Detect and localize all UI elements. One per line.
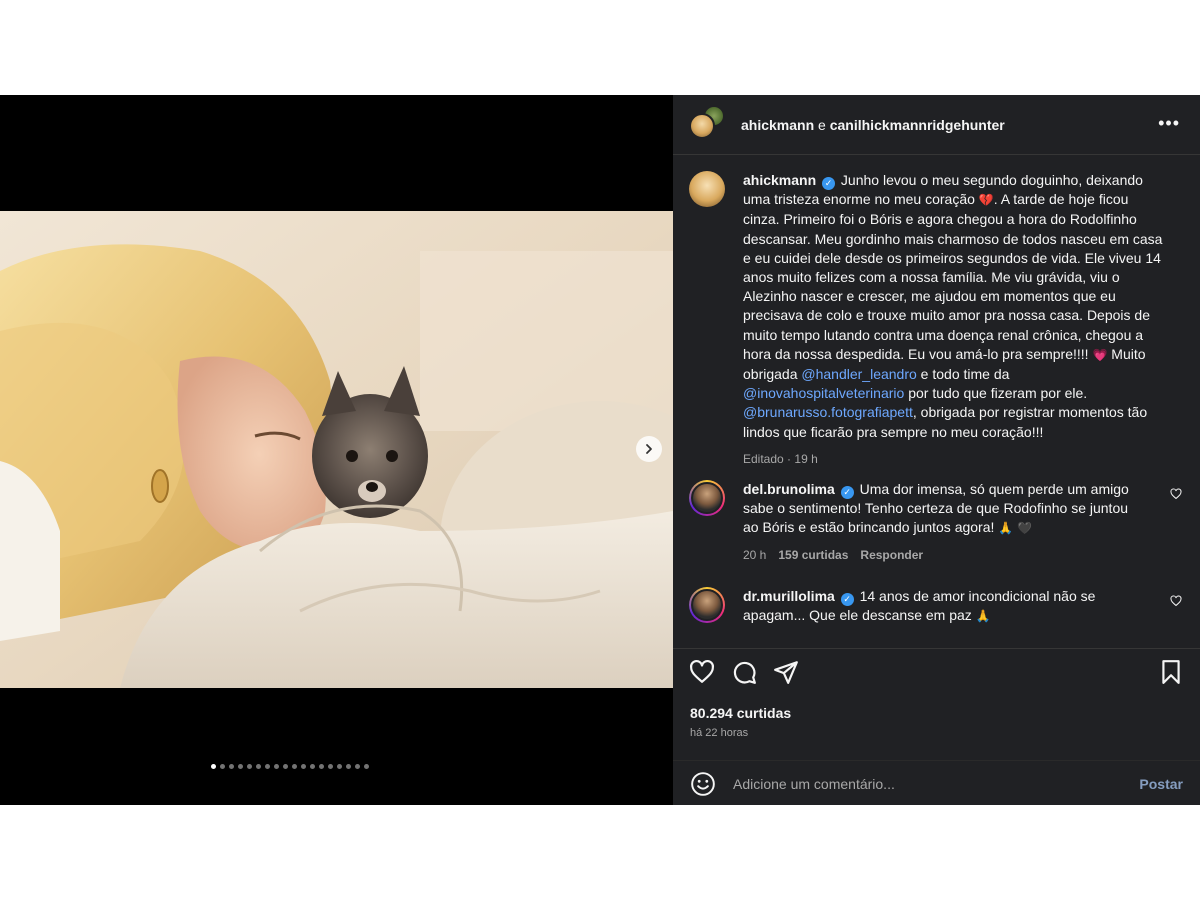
- carousel-dot: [274, 764, 279, 769]
- author-link[interactable]: ahickmann: [741, 117, 814, 133]
- caption-body: por tudo que fizeram por ele.: [904, 385, 1088, 402]
- author-conjunction: e: [818, 116, 826, 133]
- verified-badge-icon: ✓: [822, 177, 836, 190]
- comment-meta: 20 h 159 curtidas Responder: [743, 546, 1143, 565]
- post-authors: ahickmann e canilhickmannridgehunter: [741, 117, 1005, 133]
- add-comment-bar: Postar: [673, 760, 1200, 806]
- verified-badge-icon: ✓: [840, 486, 854, 499]
- mention-link[interactable]: @inovahospitalveterinario: [743, 385, 904, 401]
- mention-link[interactable]: @handler_leandro: [801, 366, 916, 382]
- mention-link[interactable]: @brunarusso.fotografiapett: [743, 404, 913, 420]
- photo-woman-with-dog: [0, 211, 673, 688]
- collab-avatars[interactable]: [689, 104, 729, 145]
- carousel-dot: [283, 764, 288, 769]
- avatar: [689, 112, 715, 139]
- avatar[interactable]: [689, 171, 725, 207]
- comment-icon[interactable]: [731, 659, 757, 685]
- comment-item: del.brunolima ✓ Uma dor imensa, só quem …: [689, 480, 1184, 565]
- carousel-dot: [220, 764, 225, 769]
- post-comment-button[interactable]: Postar: [1139, 776, 1183, 792]
- post-caption: ahickmann ✓ Junho levou o meu segundo do…: [689, 171, 1184, 469]
- meta-separator: ·: [787, 451, 792, 466]
- caption-username[interactable]: ahickmann: [743, 172, 816, 188]
- carousel-dot: [292, 764, 297, 769]
- carousel-dot: [265, 764, 270, 769]
- comment-likes[interactable]: 159 curtidas: [778, 546, 848, 565]
- post-time[interactable]: há 22 horas: [690, 727, 748, 739]
- carousel-next-button[interactable]: [636, 436, 662, 462]
- post-media: [0, 95, 673, 805]
- share-icon[interactable]: [773, 659, 799, 685]
- avatar[interactable]: [689, 480, 725, 516]
- broken-heart-emoji: 💔: [978, 193, 994, 208]
- carousel-dot: [211, 764, 216, 769]
- caption-meta: Editado · 19 h: [743, 450, 1168, 469]
- heart-icon[interactable]: [1170, 595, 1182, 607]
- pray-emoji: 🙏: [975, 609, 991, 623]
- carousel-dot: [247, 764, 252, 769]
- chevron-right-icon: [646, 444, 652, 454]
- comment-text: dr.murillolima ✓ 14 anos de amor incondi…: [743, 587, 1143, 626]
- avatar[interactable]: [689, 587, 725, 623]
- caption-body: . A tarde de hoje ficou cinza. Primeiro …: [743, 191, 1163, 362]
- carousel-indicator: [211, 764, 369, 769]
- comment-username[interactable]: dr.murillolima: [743, 588, 835, 604]
- emoji-icon[interactable]: [690, 771, 716, 797]
- caption-time[interactable]: 19 h: [794, 452, 817, 466]
- carousel-dot: [328, 764, 333, 769]
- carousel-dot: [229, 764, 234, 769]
- comment-text: del.brunolima ✓ Uma dor imensa, só quem …: [743, 480, 1143, 565]
- reply-button[interactable]: Responder: [860, 546, 923, 565]
- carousel-dot: [346, 764, 351, 769]
- post-header: ahickmann e canilhickmannridgehunter •••: [673, 95, 1200, 155]
- bookmark-icon[interactable]: [1158, 659, 1184, 685]
- carousel-dot: [238, 764, 243, 769]
- instagram-post: ahickmann e canilhickmannridgehunter •••…: [0, 95, 1200, 805]
- carousel-dot: [355, 764, 360, 769]
- post-photo: [0, 211, 673, 688]
- heart-icon[interactable]: [1170, 488, 1182, 500]
- pray-emoji: 🙏 🖤: [998, 521, 1032, 535]
- comment-input[interactable]: [733, 775, 1113, 792]
- comments-scroll-area[interactable]: ahickmann ✓ Junho levou o meu segundo do…: [673, 156, 1200, 648]
- carousel-dot: [310, 764, 315, 769]
- carousel-dot: [337, 764, 342, 769]
- carousel-dot: [319, 764, 324, 769]
- comment-item: dr.murillolima ✓ 14 anos de amor incondi…: [689, 587, 1184, 626]
- comment-username[interactable]: del.brunolima: [743, 481, 835, 497]
- carousel-dot: [256, 764, 261, 769]
- heart-icon[interactable]: [689, 659, 715, 685]
- more-options-button[interactable]: •••: [1158, 113, 1180, 134]
- edited-label: Editado: [743, 451, 784, 466]
- post-actions: 80.294 curtidas há 22 horas Postar: [673, 648, 1200, 805]
- carousel-dot: [301, 764, 306, 769]
- carousel-dot: [364, 764, 369, 769]
- heart-emoji: 💗: [1092, 347, 1108, 362]
- verified-badge-icon: ✓: [840, 593, 854, 606]
- author-link[interactable]: canilhickmannridgehunter: [830, 117, 1005, 133]
- caption-text: ahickmann ✓ Junho levou o meu segundo do…: [743, 171, 1168, 469]
- comment-time[interactable]: 20 h: [743, 546, 766, 565]
- post-details-panel: ahickmann e canilhickmannridgehunter •••…: [673, 95, 1200, 805]
- likes-count[interactable]: 80.294 curtidas: [690, 705, 791, 721]
- action-buttons: [689, 659, 799, 685]
- caption-body: e todo time da: [916, 366, 1010, 383]
